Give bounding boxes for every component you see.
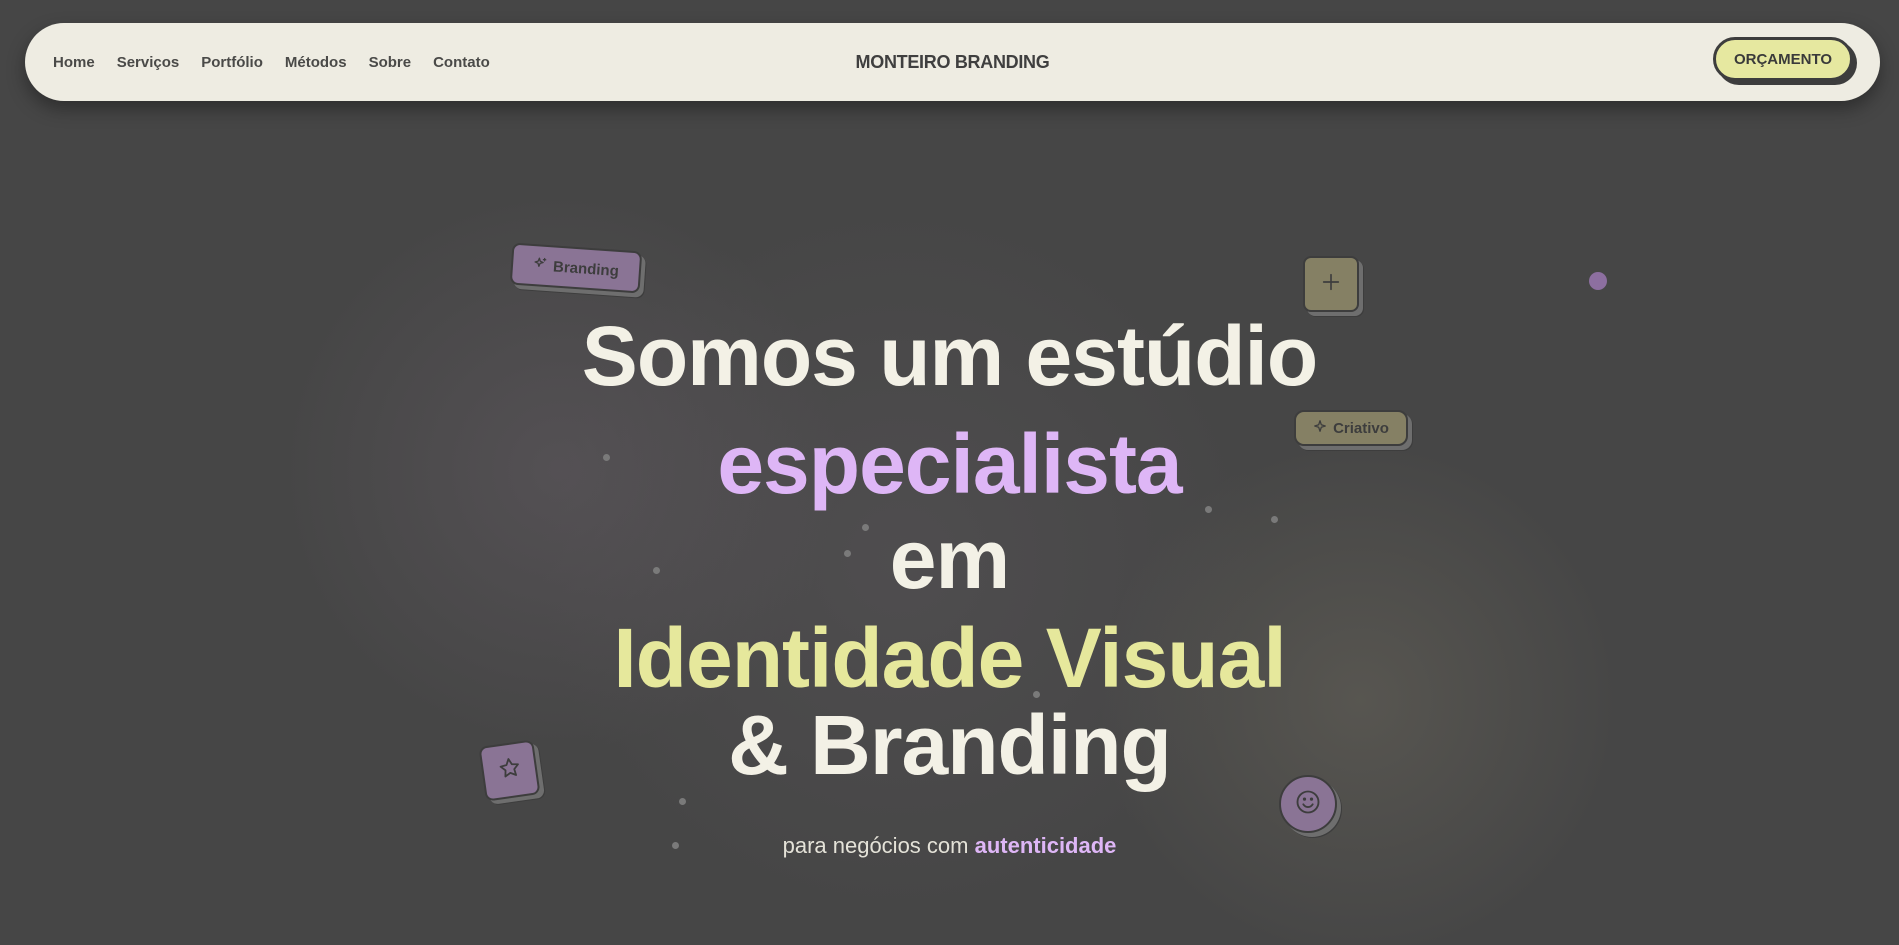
hero-subtitle: para negócios com autenticidade bbox=[0, 833, 1899, 859]
plus-icon bbox=[1320, 271, 1342, 298]
hero-subtitle-accent: autenticidade bbox=[974, 833, 1117, 858]
hero-line-2: especialista bbox=[717, 417, 1182, 511]
hero-line-5: & Branding bbox=[728, 698, 1172, 792]
decorative-dot bbox=[679, 798, 686, 805]
nav-link-servicos[interactable]: Serviços bbox=[117, 54, 180, 71]
navbar: Home Serviços Portfólio Métodos Sobre Co… bbox=[25, 23, 1880, 101]
hero-line-3: em bbox=[889, 512, 1010, 606]
branding-tag: Branding bbox=[509, 242, 643, 294]
page: Home Serviços Portfólio Métodos Sobre Co… bbox=[0, 0, 1899, 945]
nav-link-sobre[interactable]: Sobre bbox=[369, 54, 412, 71]
hero-line-4: Identidade Visual bbox=[613, 611, 1286, 705]
nav-link-portfolio[interactable]: Portfólio bbox=[201, 54, 263, 71]
nav-link-home[interactable]: Home bbox=[53, 54, 95, 71]
plus-badge bbox=[1303, 256, 1359, 312]
decorative-dot bbox=[1205, 506, 1212, 513]
nav-link-metodos[interactable]: Métodos bbox=[285, 54, 347, 71]
nav-links: Home Serviços Portfólio Métodos Sobre Co… bbox=[53, 23, 490, 101]
nav-link-contato[interactable]: Contato bbox=[433, 54, 490, 71]
smile-icon bbox=[1294, 788, 1322, 821]
hero-subtitle-prefix: para negócios com bbox=[782, 833, 975, 858]
branding-tag-label: Branding bbox=[552, 257, 620, 280]
decorative-dot-purple bbox=[1589, 272, 1607, 290]
quote-button[interactable]: ORÇAMENTO bbox=[1713, 37, 1853, 81]
sparkles-icon bbox=[533, 256, 548, 275]
hero-line-1: Somos um estúdio bbox=[581, 309, 1318, 403]
